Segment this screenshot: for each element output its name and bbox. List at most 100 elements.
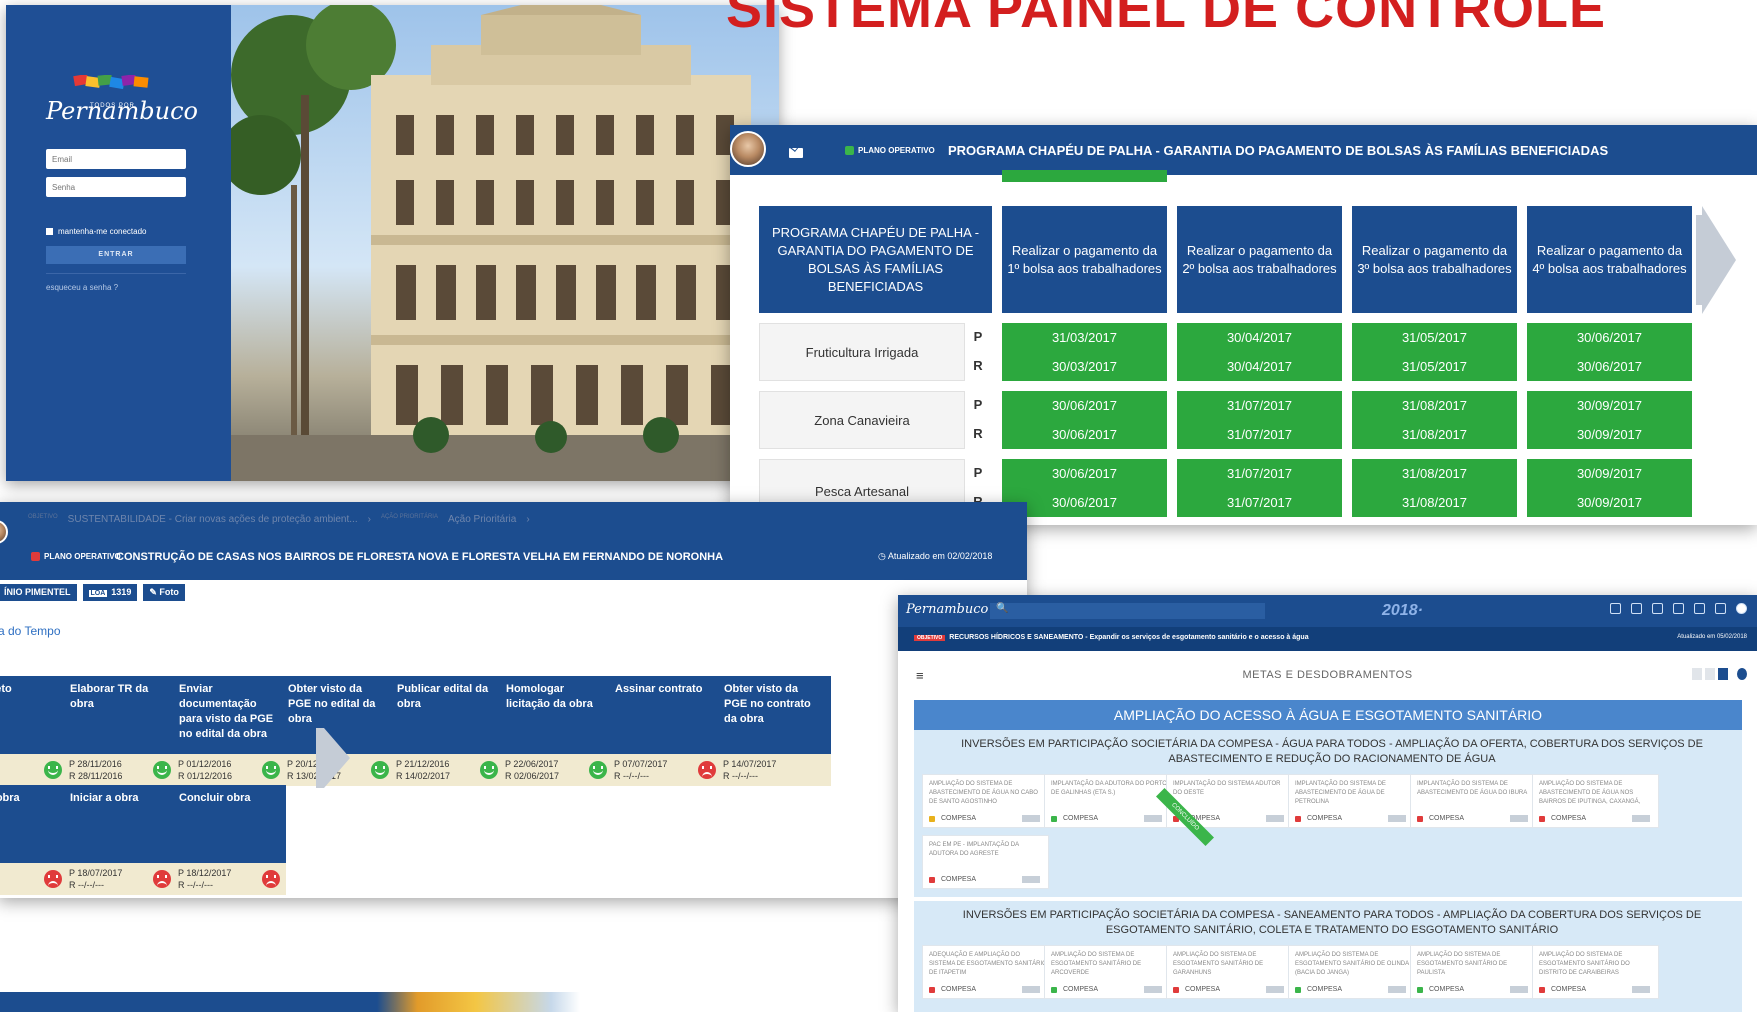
- org-label: COMPESA: [1307, 815, 1343, 822]
- planned-date: 31/05/2017: [1401, 330, 1468, 345]
- users-icon[interactable]: [1715, 603, 1726, 614]
- plano-operativo-chip: PLANO OPERATIVO: [31, 552, 121, 561]
- timeline-step[interactable]: Elaborar TR da obra P 28/11/2016 R 28/11/2…: [63, 676, 177, 786]
- date-cell[interactable]: 31/07/2017 31/07/2017: [1177, 391, 1342, 449]
- password-field[interactable]: [46, 177, 186, 197]
- search-input[interactable]: 🔍: [990, 603, 1265, 619]
- plano-label: PLANO OPERATIVO: [858, 146, 935, 155]
- timeline-step[interactable]: OS da obra7/2017/---: [0, 785, 68, 895]
- happy-face-icon: [44, 761, 62, 779]
- real-date: 30/09/2017: [1576, 495, 1643, 510]
- step-title: Elaborar TR da obra: [63, 676, 177, 754]
- timeline-step[interactable]: ar projeto1/20161/2016: [0, 676, 68, 786]
- count-pill: [1388, 986, 1407, 993]
- date-cell[interactable]: 31/05/2017 31/05/2017: [1352, 323, 1517, 381]
- real-date: 30/04/2017: [1226, 359, 1293, 374]
- r-label: R: [973, 358, 983, 373]
- loa-tag[interactable]: LOA 1319: [82, 584, 138, 601]
- meta-card[interactable]: AMPLIAÇÃO DO SISTEMA DE ESGOTAMENTO SANI…: [1532, 945, 1659, 999]
- chevron-right-icon: ›: [526, 514, 530, 525]
- meta-card[interactable]: AMPLIAÇÃO DO SISTEMA DE ESGOTAMENTO SANI…: [1288, 945, 1415, 999]
- meta-card[interactable]: AMPLIAÇÃO DO SISTEMA DE ESGOTAMENTO SANI…: [1044, 945, 1171, 999]
- next-arrow-icon[interactable]: [1702, 206, 1736, 314]
- timeline-step[interactable]: Assinar contrato P 07/07/2017 R --/--/---: [608, 676, 722, 786]
- meta-card[interactable]: IMPLANTAÇÃO DO SISTEMA DE ABASTECIMENTO …: [1410, 774, 1537, 828]
- year-selector[interactable]: 2018·: [1382, 602, 1423, 620]
- construcao-header-bar: OBJETIVO SUSTENTABILIDADE - Criar novas …: [0, 502, 1027, 580]
- timeline-step[interactable]: Homologar licitação da obra P 22/06/2017 R…: [499, 676, 613, 786]
- forgot-password-link[interactable]: esqueceu a senha ?: [46, 283, 118, 292]
- real-date: 30/03/2017: [1051, 359, 1118, 374]
- refresh-icon[interactable]: [1610, 603, 1621, 614]
- section2-title[interactable]: INVERSÕES EM PARTICIPAÇÃO SOCIETÁRIA DA …: [928, 908, 1736, 938]
- monitor-icon[interactable]: [1694, 603, 1705, 614]
- mail-icon[interactable]: [789, 148, 803, 158]
- status-dot-icon: [929, 876, 935, 883]
- breadcrumb-acao[interactable]: Ação Prioritária: [448, 514, 516, 525]
- meta-card[interactable]: ADEQUAÇÃO E AMPLIAÇÃO DO SISTEMA DE ESGO…: [922, 945, 1049, 999]
- avatar-icon[interactable]: [1736, 603, 1747, 614]
- remember-checkbox[interactable]: mantenha-me conectado: [46, 227, 147, 236]
- person-tag[interactable]: ÍNIO PIMENTEL: [0, 584, 77, 601]
- date-cell[interactable]: 30/06/2017 30/06/2017: [1002, 391, 1167, 449]
- objective-label: RECURSOS HÍDRICOS E SANEAMENTO - Expandi…: [949, 634, 1309, 641]
- toggle-icon[interactable]: [1705, 668, 1715, 680]
- org-label: COMPESA: [1307, 986, 1343, 993]
- next-arrow-icon[interactable]: [324, 728, 350, 788]
- planned-date: 30/06/2017: [1051, 398, 1118, 413]
- date-cell[interactable]: 31/03/2017 30/03/2017: [1002, 323, 1167, 381]
- meta-card-org: COMPESA: [1417, 815, 1529, 822]
- foto-tag[interactable]: ✎ Foto: [143, 584, 185, 601]
- help-icon[interactable]: [1737, 668, 1747, 680]
- real-date: 30/06/2017: [1576, 359, 1643, 374]
- timeline-step[interactable]: Iniciar a obra P 18/07/2017 R --/--/---: [63, 785, 177, 895]
- email-field[interactable]: [46, 149, 186, 169]
- login-button[interactable]: ENTRAR: [46, 246, 186, 264]
- chart-icon[interactable]: [1673, 603, 1684, 614]
- planned-date: 31/07/2017: [1226, 466, 1293, 481]
- breadcrumb-objetivo[interactable]: SUSTENTABILIDADE - Criar novas ações de …: [68, 514, 358, 525]
- meta-card-org: COMPESA: [929, 876, 1041, 883]
- date-cell[interactable]: 30/09/2017 30/09/2017: [1527, 459, 1692, 517]
- timeline-step[interactable]: Obter visto da PGE no contrato da obra P …: [717, 676, 831, 786]
- sad-face-icon: [698, 761, 716, 779]
- real-date: R --/--/---: [723, 771, 758, 781]
- metas-logo[interactable]: Pernambuco: [906, 602, 988, 617]
- meta-card[interactable]: AMPLIAÇÃO DO SISTEMA DE ESGOTAMENTO SANI…: [1410, 945, 1537, 999]
- date-cell[interactable]: 31/08/2017 31/08/2017: [1352, 459, 1517, 517]
- meta-card-title: PAC EM PE - IMPLANTAÇÃO DA ADUTORA DO AG…: [929, 842, 1019, 857]
- timeline-step[interactable]: Publicar edital da obra P 21/12/2016 R 14/…: [390, 676, 504, 786]
- document-icon[interactable]: [1652, 603, 1663, 614]
- step-title: Homologar licitação da obra: [499, 676, 613, 754]
- count-pill: [1510, 815, 1529, 822]
- date-cell[interactable]: 30/06/2017 30/06/2017: [1527, 323, 1692, 381]
- hidden-row-cell: [1002, 170, 1167, 182]
- goal-band[interactable]: AMPLIAÇÃO DO ACESSO À ÁGUA E ESGOTAMENTO…: [914, 700, 1742, 730]
- meta-card-title: AMPLIAÇÃO DO SISTEMA DE ABASTECIMENTO DE…: [929, 781, 1038, 805]
- step-title: Assinar contrato: [608, 676, 722, 754]
- meta-card[interactable]: AMPLIAÇÃO DO SISTEMA DE ABASTECIMENTO DE…: [922, 774, 1049, 828]
- sad-face-icon: [44, 870, 62, 888]
- timeline-step[interactable]: Enviar documentação para visto da PGE no…: [172, 676, 286, 786]
- grid-icon[interactable]: [1718, 668, 1728, 680]
- meta-card[interactable]: PAC EM PE - IMPLANTAÇÃO DA ADUTORA DO AG…: [922, 835, 1049, 889]
- palace-building-image: [231, 5, 779, 481]
- timeline-step[interactable]: Concluir obra P 18/12/2017 R --/--/---: [172, 785, 286, 895]
- checkbox-box[interactable]: [46, 228, 53, 235]
- filter-icon[interactable]: [1692, 668, 1702, 680]
- chevron-right-icon: ›: [367, 514, 371, 525]
- meta-card[interactable]: AMPLIAÇÃO DO SISTEMA DE ABASTECIMENTO DE…: [1532, 774, 1659, 828]
- meta-card[interactable]: AMPLIAÇÃO DO SISTEMA DE ESGOTAMENTO SANI…: [1166, 945, 1293, 999]
- section1-title[interactable]: INVERSÕES EM PARTICIPAÇÃO SOCIETÁRIA DA …: [928, 737, 1736, 767]
- meta-card[interactable]: IMPLANTAÇÃO DA ADUTORA DO PORTO DE GALIN…: [1044, 774, 1171, 828]
- headline-title: SISTEMA PAINEL DE CONTROLE: [726, 0, 1607, 39]
- meta-card[interactable]: IMPLANTAÇÃO DO SISTEMA DE ABASTECIMENTO …: [1288, 774, 1415, 828]
- user-avatar[interactable]: [730, 131, 766, 167]
- date-cell[interactable]: 31/07/2017 31/07/2017: [1177, 459, 1342, 517]
- date-cell[interactable]: 31/08/2017 31/08/2017: [1352, 391, 1517, 449]
- date-cell[interactable]: 30/04/2017 30/04/2017: [1177, 323, 1342, 381]
- date-cell[interactable]: 30/09/2017 30/09/2017: [1527, 391, 1692, 449]
- user-avatar[interactable]: [0, 520, 8, 544]
- login-sidebar: TODOS POR Pernambuco mantenha-me conecta…: [6, 5, 241, 481]
- gear-icon[interactable]: [1631, 603, 1642, 614]
